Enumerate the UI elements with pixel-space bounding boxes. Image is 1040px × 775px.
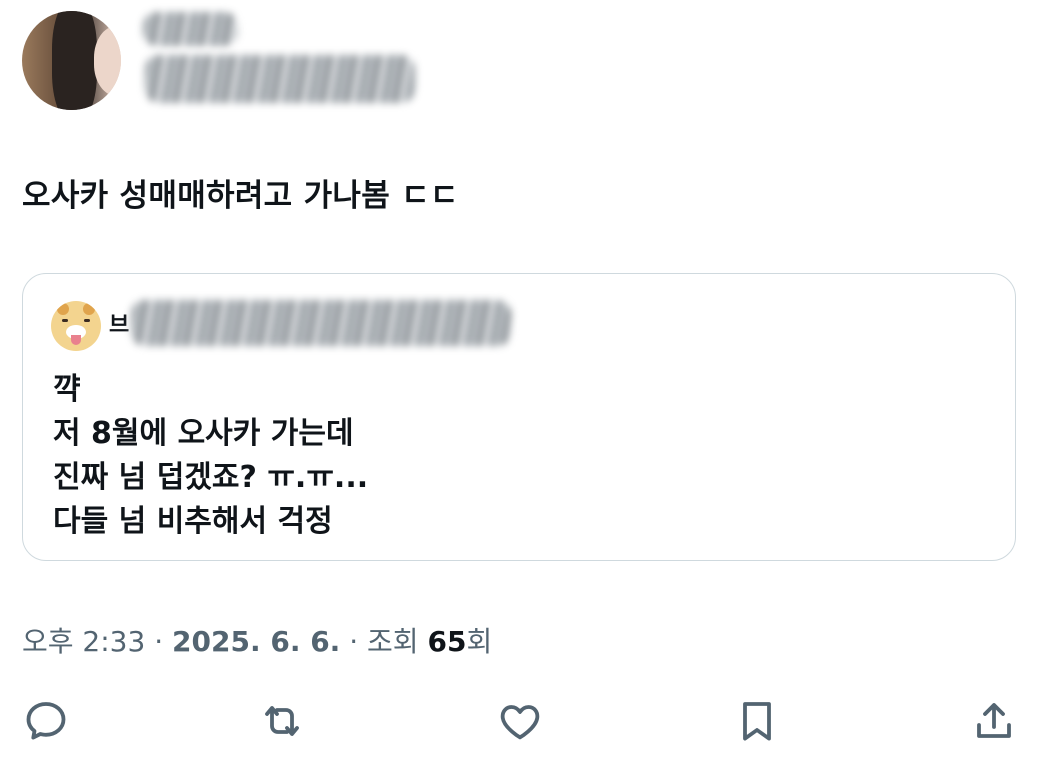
views-suffix: 회 xyxy=(466,625,493,658)
bookmark-button[interactable] xyxy=(733,697,781,745)
views-label: 조회 xyxy=(367,625,419,658)
author-handle-redacted xyxy=(145,55,415,103)
quoted-tweet-card[interactable]: 브 꺅 저 8월에 오사카 가는데 진짜 넘 덥겠죠? ㅠ.ㅠ... 다들 넘 … xyxy=(22,273,1016,561)
author-avatar[interactable] xyxy=(22,11,121,110)
author-name-redacted xyxy=(143,12,238,46)
share-icon xyxy=(977,703,1011,738)
retweet-button[interactable] xyxy=(258,697,306,745)
tweet-meta: 오후 2:33 · 2025. 6. 6. · 조회 65회 xyxy=(22,625,493,658)
quoted-author-name: 브 xyxy=(109,313,130,338)
quoted-author-name-redacted xyxy=(131,300,511,346)
share-button[interactable] xyxy=(970,697,1018,745)
quoted-tweet-line: 진짜 넘 덥겠죠? ㅠ.ㅠ... xyxy=(53,460,369,495)
quoted-tweet-line: 저 8월에 오사카 가는데 xyxy=(53,416,354,451)
reply-icon xyxy=(26,702,66,740)
like-icon xyxy=(500,705,540,740)
reply-button[interactable] xyxy=(22,697,70,745)
tweet-time[interactable]: 오후 2:33 xyxy=(22,625,145,658)
quoted-tweet-line: 다들 넘 비추해서 걱정 xyxy=(53,504,333,539)
retweet-icon xyxy=(265,706,299,736)
quoted-author-avatar[interactable] xyxy=(51,301,101,351)
tweet-date[interactable]: 2025. 6. 6. xyxy=(172,625,340,658)
tweet-text: 오사카 성매매하려고 가나봄 ㄷㄷ xyxy=(22,178,459,214)
quoted-tweet-line: 꺅 xyxy=(53,372,81,407)
bookmark-icon xyxy=(743,702,771,741)
like-button[interactable] xyxy=(496,697,544,745)
views-count: 65 xyxy=(427,625,467,658)
